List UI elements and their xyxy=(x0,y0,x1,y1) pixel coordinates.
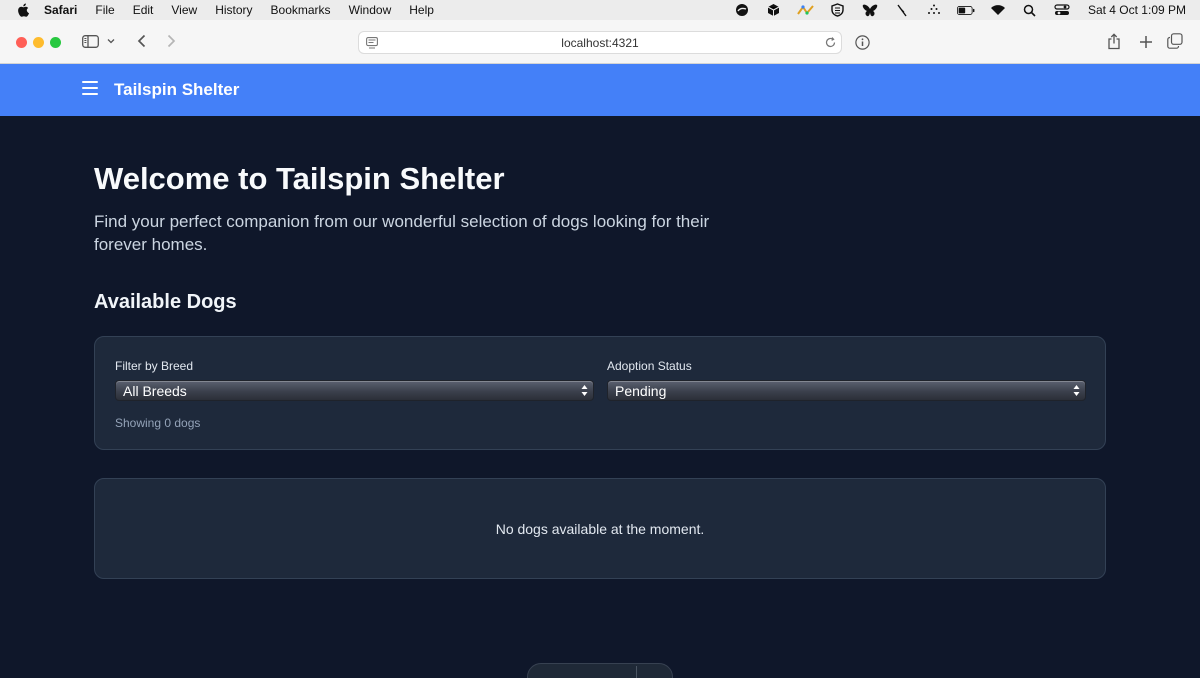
page-title: Welcome to Tailspin Shelter xyxy=(94,161,505,196)
app-header: Tailspin Shelter xyxy=(0,64,1200,116)
hamburger-menu-icon[interactable] xyxy=(82,81,98,95)
breed-filter-value: All Breeds xyxy=(123,382,187,399)
reload-icon[interactable] xyxy=(824,36,837,52)
macos-menu-bar: Safari File Edit View History Bookmarks … xyxy=(0,0,1200,20)
empty-state-card: No dogs available at the moment. xyxy=(94,478,1106,579)
butterfly-icon[interactable] xyxy=(861,3,879,17)
status-filter-label: Adoption Status xyxy=(607,359,692,373)
tab-overview-icon[interactable] xyxy=(1167,33,1183,49)
menu-window[interactable]: Window xyxy=(349,3,392,17)
toolbar-divider xyxy=(636,666,637,678)
page-subtitle: Find your perfect companion from our won… xyxy=(94,212,710,254)
select-arrows-icon xyxy=(1073,384,1080,397)
control-center-icon[interactable] xyxy=(1053,3,1071,17)
select-arrows-icon xyxy=(581,384,588,397)
breed-filter-label: Filter by Breed xyxy=(115,359,194,373)
minimize-window-button[interactable] xyxy=(33,37,44,48)
battery-icon[interactable] xyxy=(956,3,975,17)
dots-icon[interactable] xyxy=(925,3,943,17)
menu-help[interactable]: Help xyxy=(409,3,434,17)
url-text: localhost:4321 xyxy=(561,35,639,50)
menu-history[interactable]: History xyxy=(215,3,252,17)
menu-app-name[interactable]: Safari xyxy=(44,3,77,17)
menu-view[interactable]: View xyxy=(171,3,197,17)
info-icon[interactable] xyxy=(854,34,870,50)
chevron-down-icon[interactable] xyxy=(106,36,116,46)
back-icon[interactable] xyxy=(135,33,147,49)
dev-toolbar[interactable] xyxy=(527,663,673,678)
apple-icon[interactable] xyxy=(16,3,30,17)
new-tab-icon[interactable] xyxy=(1138,34,1153,49)
zoom-window-button[interactable] xyxy=(50,37,61,48)
status-filter-value: Pending xyxy=(615,382,667,399)
forward-icon[interactable] xyxy=(165,33,177,49)
address-bar[interactable]: localhost:4321 xyxy=(358,31,842,54)
slash-icon[interactable] xyxy=(893,3,911,17)
vpn-icon[interactable] xyxy=(733,3,751,17)
filter-panel: Filter by Breed All Breeds Adoption Stat… xyxy=(94,336,1106,450)
result-count: Showing 0 dogs xyxy=(115,416,201,430)
menu-bookmarks[interactable]: Bookmarks xyxy=(271,3,331,17)
share-icon[interactable] xyxy=(1106,32,1122,50)
flow-icon[interactable] xyxy=(797,3,815,17)
wifi-icon[interactable] xyxy=(989,3,1007,17)
app-title[interactable]: Tailspin Shelter xyxy=(114,80,239,100)
box-icon[interactable] xyxy=(765,3,783,17)
breed-filter-select[interactable]: All Breeds xyxy=(115,380,594,401)
spotlight-icon[interactable] xyxy=(1021,3,1039,17)
menu-file[interactable]: File xyxy=(95,3,114,17)
close-window-button[interactable] xyxy=(16,37,27,48)
menu-edit[interactable]: Edit xyxy=(133,3,154,17)
page-menu-icon[interactable] xyxy=(366,37,378,52)
shield-icon[interactable] xyxy=(829,3,847,17)
sidebar-icon[interactable] xyxy=(81,34,99,49)
empty-state-message: No dogs available at the moment. xyxy=(495,520,705,537)
browser-toolbar: localhost:4321 xyxy=(0,20,1200,64)
status-filter-select[interactable]: Pending xyxy=(607,380,1086,401)
section-title: Available Dogs xyxy=(94,291,237,313)
menu-bar-clock[interactable]: Sat 4 Oct 1:09 PM xyxy=(1088,3,1186,17)
